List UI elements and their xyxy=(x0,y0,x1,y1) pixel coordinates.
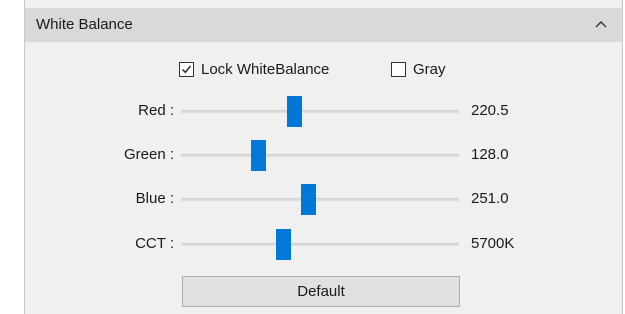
cct-slider-row: CCT : 5700K xyxy=(25,229,622,260)
lock-whitebalance-checkbox[interactable] xyxy=(179,61,194,77)
green-slider-track[interactable] xyxy=(181,154,459,157)
blue-value: 251.0 xyxy=(471,190,509,207)
red-slider-track[interactable] xyxy=(181,110,459,113)
gray-checkbox[interactable] xyxy=(391,61,406,77)
cct-slider-thumb[interactable] xyxy=(276,229,292,260)
blue-label: Blue : xyxy=(135,190,174,207)
blue-slider-row: Blue : 251.0 xyxy=(25,184,622,215)
cct-label: CCT : xyxy=(135,235,174,252)
cct-value: 5700K xyxy=(471,235,515,252)
green-label: Green : xyxy=(123,146,174,163)
gray-option[interactable]: Gray xyxy=(391,58,446,80)
green-slider-row: Green : 128.0 xyxy=(25,140,622,171)
lock-whitebalance-label[interactable]: Lock WhiteBalance xyxy=(201,61,329,78)
green-slider-thumb[interactable] xyxy=(251,140,267,171)
default-button[interactable]: Default xyxy=(182,276,460,307)
cct-slider-track[interactable] xyxy=(181,243,459,246)
green-value: 128.0 xyxy=(471,146,509,163)
checkmark-icon xyxy=(182,65,192,73)
chevron-up-icon[interactable] xyxy=(590,8,612,42)
panel-header[interactable]: White Balance xyxy=(25,8,622,42)
red-value: 220.5 xyxy=(471,102,509,119)
panel-title: White Balance xyxy=(36,16,133,33)
red-label: Red : xyxy=(138,102,174,119)
red-slider-thumb[interactable] xyxy=(287,96,303,127)
red-slider-row: Red : 220.5 xyxy=(25,96,622,127)
white-balance-panel: White Balance Lock WhiteBalance Gray Red… xyxy=(24,0,623,314)
gray-label[interactable]: Gray xyxy=(413,61,446,78)
blue-slider-thumb[interactable] xyxy=(301,184,317,215)
blue-slider-track[interactable] xyxy=(181,198,459,201)
lock-whitebalance-option[interactable]: Lock WhiteBalance xyxy=(179,58,329,80)
